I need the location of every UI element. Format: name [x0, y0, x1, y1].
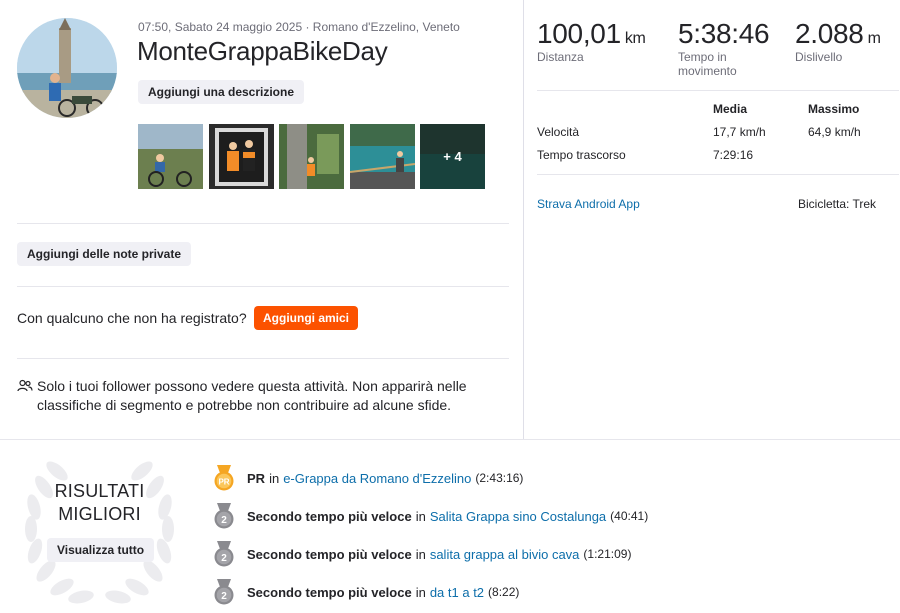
achievement-time: (8:22): [488, 585, 520, 599]
achievement-title: PR: [247, 470, 266, 486]
stat-value: 2.088 m: [795, 18, 881, 49]
achievement-row-second: 2 Secondo tempo più veloce in Salita Gra…: [213, 503, 648, 529]
medal-rank: 2: [221, 553, 227, 564]
stat-moving-time: 5:38:46 Tempo in movimento: [678, 18, 770, 78]
pr-medal-label: PR: [218, 478, 229, 487]
stat-value: 100,01 km: [537, 18, 646, 49]
avatar[interactable]: [17, 18, 117, 118]
stat-elevation: 2.088 m Dislivello: [795, 18, 881, 64]
divider: [0, 439, 900, 440]
laurel-wreath-icon: [25, 461, 174, 604]
results-title: RISULTATI MIGLIORI: [54, 481, 145, 524]
photo-thumbnail[interactable]: [350, 124, 415, 189]
stat-label: Distanza: [537, 50, 584, 64]
add-friends-button[interactable]: Aggiungi amici: [254, 306, 359, 330]
followers-icon: [17, 379, 33, 392]
bike-info: Bicicletta: Trek: [798, 197, 877, 211]
view-all-results-button[interactable]: Visualizza tutto: [47, 538, 155, 562]
achievement-in-word: in: [415, 584, 426, 600]
column-header-avg: Media: [713, 102, 748, 116]
medal-rank: 2: [221, 515, 227, 526]
row-label-speed: Velocità: [537, 125, 580, 139]
column-header-max: Massimo: [808, 102, 860, 116]
stat-unit: m: [867, 30, 881, 47]
activity-meta: 07:50, Sabato 24 maggio 2025 · Romano d'…: [138, 20, 460, 34]
achievement-row-second: 2 Secondo tempo più veloce in salita gra…: [213, 541, 631, 567]
add-description-button[interactable]: Aggiungi una descrizione: [138, 80, 305, 104]
segment-link[interactable]: Salita Grappa sino Costalunga: [430, 509, 606, 524]
row-label-elapsed-time: Tempo trascorso: [537, 148, 626, 162]
photo-thumbnail[interactable]: [138, 124, 203, 189]
stat-distance: 100,01 km Distanza: [537, 18, 646, 64]
stat-value: 5:38:46: [678, 18, 770, 49]
unrecorded-friends-question: Con qualcuno che non ha registrato?: [17, 310, 247, 326]
more-photos-count: + 4: [420, 124, 485, 189]
silver-medal-icon: 2: [214, 579, 234, 605]
pr-medal-icon: PR: [214, 465, 234, 491]
silver-medal-icon: 2: [214, 503, 234, 529]
segment-link[interactable]: da t1 a t2: [430, 585, 484, 600]
achievement-row-pr: PR PR in e-Grappa da Romano d'Ezzelino (…: [213, 465, 523, 491]
divider: [537, 90, 899, 91]
activity-title[interactable]: MonteGrappaBikeDay: [137, 36, 388, 67]
achievement-title: Secondo tempo più veloce: [247, 546, 412, 562]
photo-thumbnail[interactable]: [209, 124, 274, 189]
activity-summary-panel: 07:50, Sabato 24 maggio 2025 · Romano d'…: [0, 0, 524, 440]
achievement-time: (1:21:09): [583, 547, 632, 561]
divider: [537, 174, 899, 175]
speed-max: 64,9 km/h: [808, 125, 861, 139]
add-private-notes-button[interactable]: Aggiungi delle note private: [17, 242, 192, 266]
achievement-title: Secondo tempo più veloce: [247, 584, 412, 600]
achievement-time: (2:43:16): [475, 471, 524, 485]
achievement-in-word: in: [415, 508, 426, 524]
stat-label: Dislivello: [795, 50, 843, 64]
achievement-in-word: in: [269, 470, 280, 486]
privacy-notice: Solo i tuoi follower possono vedere ques…: [37, 378, 467, 413]
achievement-in-word: in: [415, 546, 426, 562]
achievement-title: Secondo tempo più veloce: [247, 508, 412, 524]
segment-link[interactable]: salita grappa al bivio cava: [430, 547, 580, 562]
achievement-row-second: 2 Secondo tempo più veloce in da t1 a t2…: [213, 579, 519, 605]
achievement-time: (40:41): [610, 509, 649, 523]
stat-label: Tempo in movimento: [678, 50, 737, 78]
device-app-link[interactable]: Strava Android App: [537, 197, 640, 211]
photo-thumbnail[interactable]: [279, 124, 344, 189]
segment-link[interactable]: e-Grappa da Romano d'Ezzelino: [283, 471, 471, 486]
stat-unit: km: [624, 30, 646, 47]
elapsed-time-avg: 7:29:16: [713, 148, 754, 162]
speed-avg: 17,7 km/h: [713, 125, 766, 139]
divider: [17, 286, 509, 287]
divider: [17, 358, 509, 359]
medal-rank: 2: [221, 591, 227, 602]
silver-medal-icon: 2: [214, 541, 234, 567]
divider: [17, 223, 509, 224]
photo-thumbnail-more[interactable]: + 4: [420, 124, 485, 189]
